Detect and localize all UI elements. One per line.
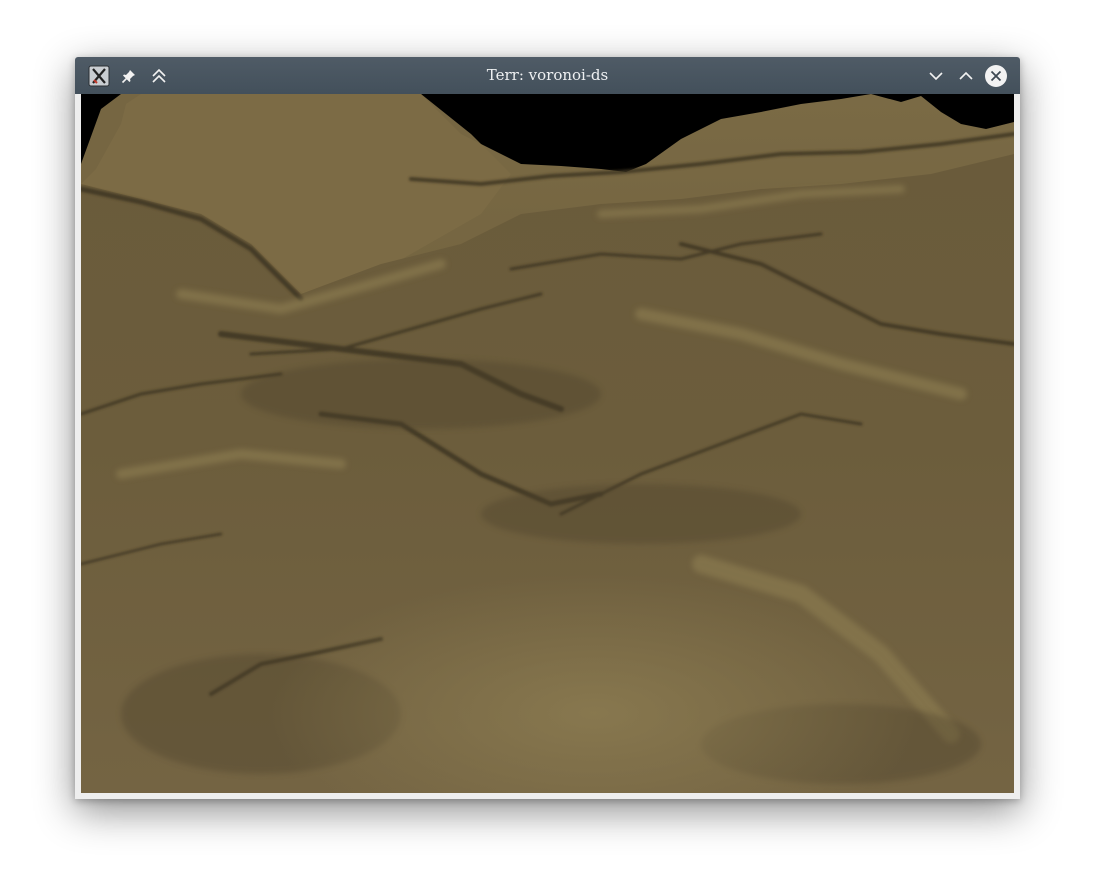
chevron-down-icon — [929, 71, 943, 80]
chevron-up-icon — [959, 71, 973, 80]
window-title: Terr: voronoi-ds — [486, 66, 609, 84]
double-chevron-up-icon — [152, 68, 166, 83]
x-app-icon — [88, 65, 110, 86]
terrain-viewport[interactable] — [81, 94, 1014, 793]
keep-above-button[interactable] — [144, 57, 174, 94]
terrain-window: Terr: voronoi-ds — [75, 57, 1020, 799]
app-menu-button[interactable] — [84, 57, 114, 94]
close-icon — [985, 64, 1007, 87]
maximize-button[interactable] — [951, 57, 981, 94]
minimize-button[interactable] — [921, 57, 951, 94]
titlebar[interactable]: Terr: voronoi-ds — [75, 57, 1020, 94]
pin-icon — [121, 69, 135, 83]
terrain-render — [81, 94, 1014, 793]
close-button[interactable] — [981, 57, 1011, 94]
pin-button[interactable] — [114, 57, 144, 94]
